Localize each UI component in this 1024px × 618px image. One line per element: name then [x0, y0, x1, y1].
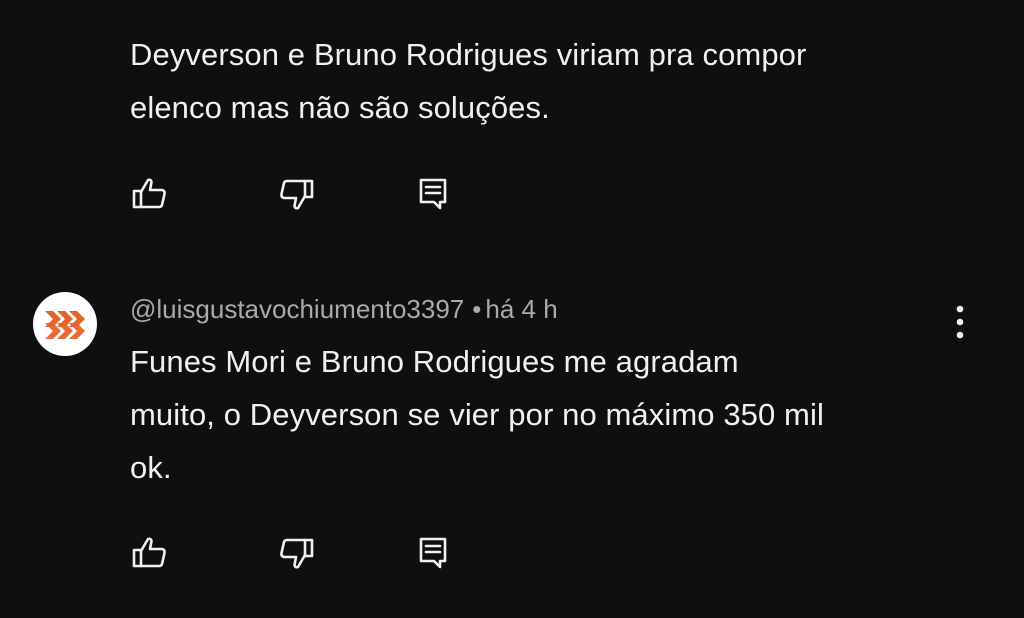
thumb-up-icon — [132, 178, 166, 209]
like-button[interactable] — [130, 533, 170, 573]
like-button[interactable] — [130, 174, 170, 214]
meta-separator: • — [472, 294, 482, 324]
dislike-button[interactable] — [276, 174, 316, 214]
reply-button[interactable] — [414, 174, 454, 214]
thumb-down-icon — [280, 179, 314, 210]
dislike-button[interactable] — [276, 533, 316, 573]
more-vertical-icon — [956, 305, 964, 339]
author-handle[interactable]: @luisgustavochiumento3397 — [130, 294, 464, 324]
comment-time: há 4 h — [485, 294, 558, 324]
thumb-up-icon — [132, 537, 166, 568]
thumb-down-icon — [280, 538, 314, 569]
comment-text: Deyverson e Bruno Rodrigues viriam pra c… — [130, 37, 807, 125]
comment-text: Funes Mori e Bruno Rodrigues me agradam … — [130, 344, 824, 485]
comment-meta: @luisgustavochiumento3397 • há 4 h — [130, 292, 558, 326]
reply-icon — [419, 178, 447, 210]
reply-icon — [419, 537, 447, 569]
avatar[interactable] — [33, 292, 97, 356]
orange-chevrons-logo — [45, 311, 85, 339]
reply-button[interactable] — [414, 533, 454, 573]
